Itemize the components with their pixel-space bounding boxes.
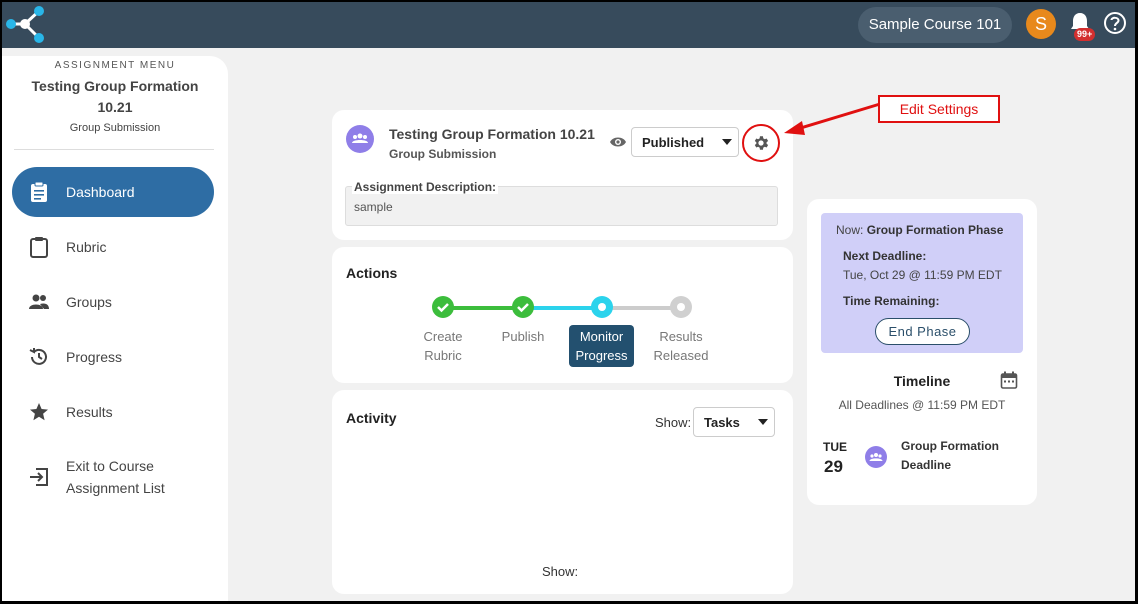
gear-icon <box>754 136 769 150</box>
step-label: Rubric <box>424 348 462 363</box>
step-check-icon <box>512 296 534 318</box>
sidebar-item-exit[interactable]: Exit to Course Assignment List <box>12 452 214 502</box>
top-bar: Sample Course 101 S 99+ <box>2 2 1135 48</box>
step-connector <box>443 306 523 310</box>
calendar-icon[interactable] <box>1000 371 1018 389</box>
sidebar-item-groups[interactable]: Groups <box>12 277 214 327</box>
exit-label-line2: Assignment List <box>66 480 165 496</box>
chevron-down-icon <box>722 139 732 145</box>
chevron-down-icon <box>758 419 768 425</box>
step-label: Publish <box>501 329 545 344</box>
step-label: Create <box>423 329 463 344</box>
publish-status-select[interactable]: Published <box>631 127 739 157</box>
step-results-released[interactable]: Results Released <box>641 327 721 365</box>
end-phase-button[interactable]: End Phase <box>875 318 970 345</box>
step-label: Monitor <box>579 329 624 344</box>
event-day: TUE <box>823 440 847 454</box>
remaining-label: Time Remaining: <box>843 294 940 308</box>
actions-card: Actions Create Rubric Publish Monitor Pr… <box>332 247 793 383</box>
assignment-title: Testing Group Formation 10.21 <box>389 126 595 142</box>
group-icon <box>346 125 374 153</box>
show-label: Show: <box>655 415 692 430</box>
step-monitor-progress[interactable]: Monitor Progress <box>569 325 634 367</box>
assignment-title: Testing Group Formation 10.21 <box>31 78 199 115</box>
sidebar-item-label: Progress <box>66 349 123 365</box>
assignment-type: Group Submission <box>69 122 161 134</box>
deadline-label: Next Deadline: <box>843 249 927 263</box>
step-label: Progress <box>575 348 628 363</box>
edit-settings-callout: Edit Settings <box>878 95 1000 123</box>
activity-filter-value: Tasks <box>704 414 740 430</box>
footer-show-label: Show: <box>542 564 579 579</box>
app-logo-icon[interactable] <box>6 5 44 43</box>
phase-now-value: Group Formation Phase <box>866 223 1004 237</box>
clipboard-icon <box>31 181 47 202</box>
phase-now-label: Now: <box>836 223 864 237</box>
step-create-rubric[interactable]: Create Rubric <box>403 327 483 365</box>
star-icon <box>30 403 48 421</box>
menu-caption: ASSIGNMENT MENU <box>54 60 176 71</box>
history-icon <box>29 348 47 365</box>
event-date: 29 <box>824 457 843 476</box>
event-label-line1: Group Formation <box>901 439 999 453</box>
timeline-event[interactable]: Group Formation Deadline <box>901 437 1021 475</box>
description-label: Assignment Description: <box>352 180 499 194</box>
current-phase-box: Now: Group Formation Phase Next Deadline… <box>821 213 1023 353</box>
course-switcher-button[interactable]: Sample Course 101 <box>858 7 1012 43</box>
sidebar-item-label: Rubric <box>66 239 107 255</box>
step-current-icon <box>591 296 613 318</box>
help-icon[interactable] <box>1103 11 1127 35</box>
edit-settings-button[interactable] <box>742 124 780 162</box>
sidebar-item-label: Results <box>66 404 113 420</box>
step-label: Results <box>659 329 703 344</box>
notification-badge: 99+ <box>1074 28 1096 41</box>
actions-title: Actions <box>346 265 398 281</box>
sidebar-item-dashboard[interactable]: Dashboard <box>12 167 214 217</box>
step-label: Released <box>653 348 709 363</box>
annotation-arrow <box>784 102 881 135</box>
sidebar-item-progress[interactable]: Progress <box>12 332 214 382</box>
assignment-type: Group Submission <box>389 147 497 161</box>
sidebar-item-results[interactable]: Results <box>12 387 214 437</box>
group-icon <box>865 446 887 468</box>
event-label-line2: Deadline <box>901 458 952 472</box>
eye-icon <box>610 137 626 147</box>
phase-panel: Now: Group Formation Phase Next Deadline… <box>807 199 1037 505</box>
sidebar-item-label: Groups <box>66 294 112 310</box>
activity-filter-select[interactable]: Tasks <box>693 407 775 437</box>
timeline-subtitle: All Deadlines @ 11:59 PM EDT <box>838 398 1006 412</box>
clipboard-outline-icon <box>30 237 48 258</box>
step-check-icon <box>432 296 454 318</box>
publish-status-value: Published <box>642 134 705 150</box>
sidebar-item-label: Dashboard <box>66 184 135 200</box>
exit-icon <box>30 468 48 486</box>
activity-card: Activity Show: Tasks Show: <box>332 390 793 594</box>
exit-label-line1: Exit to Course <box>66 458 154 474</box>
activity-title: Activity <box>346 410 397 426</box>
description-text: sample <box>354 200 393 214</box>
step-publish[interactable]: Publish <box>483 327 563 346</box>
step-pending-icon <box>670 296 692 318</box>
deadline-value: Tue, Oct 29 @ 11:59 PM EDT <box>843 268 1002 282</box>
assignment-header-card: Testing Group Formation 10.21 Group Subm… <box>332 110 793 240</box>
app-frame: Sample Course 101 S 99+ ASSIGNMENT MENU … <box>2 2 1135 601</box>
assignment-sidebar: ASSIGNMENT MENU Testing Group Formation … <box>2 56 228 601</box>
people-icon <box>29 294 49 309</box>
sidebar-item-rubric[interactable]: Rubric <box>12 222 214 272</box>
divider <box>14 149 214 150</box>
avatar[interactable]: S <box>1026 9 1056 39</box>
phase-now: Now: Group Formation Phase <box>836 223 1003 237</box>
